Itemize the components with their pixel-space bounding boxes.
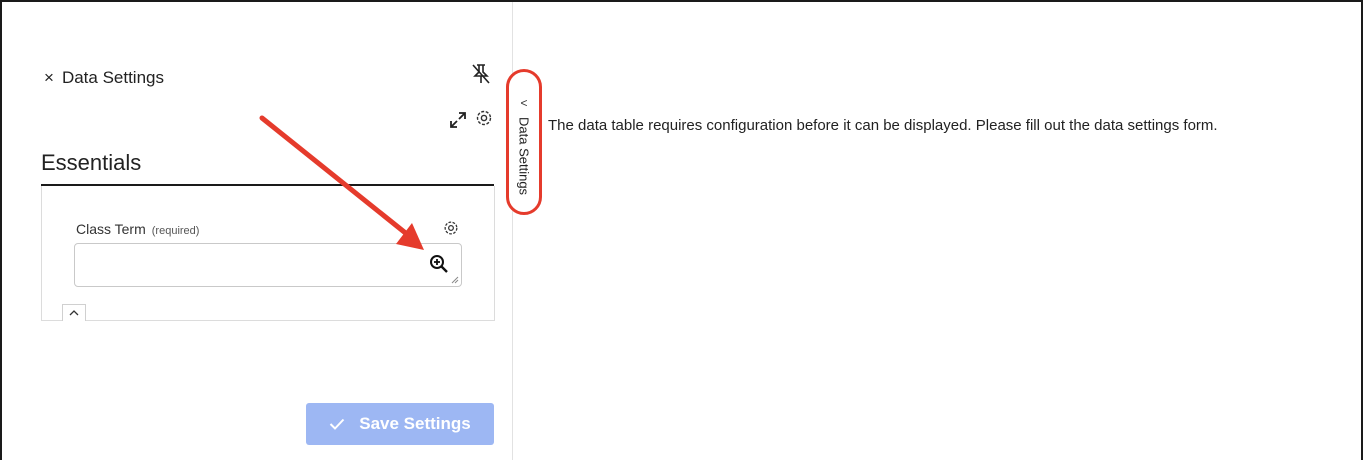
- resize-handle-icon[interactable]: [451, 276, 459, 284]
- chevron-up-icon: [69, 310, 79, 316]
- panel-title: Data Settings: [61, 68, 164, 87]
- essentials-card: Class Term (required): [41, 186, 495, 321]
- save-settings-label: Save Settings: [359, 414, 471, 433]
- data-settings-side-tab[interactable]: < Data Settings: [506, 69, 542, 215]
- expand-icon[interactable]: [448, 110, 468, 130]
- close-icon[interactable]: ×: [44, 68, 54, 88]
- check-icon: [330, 418, 345, 430]
- configuration-message: The data table requires configuration be…: [548, 117, 1218, 134]
- panel-divider: [512, 2, 513, 460]
- collapse-toggle[interactable]: [62, 304, 86, 321]
- section-title: Essentials: [41, 150, 142, 175]
- gear-icon[interactable]: [474, 108, 494, 128]
- save-settings-button[interactable]: Save Settings: [306, 403, 494, 445]
- unpin-icon[interactable]: [470, 62, 492, 86]
- field-label: Class Term (required): [76, 221, 199, 237]
- gear-icon[interactable]: [442, 219, 460, 237]
- class-term-label: Class Term: [76, 221, 146, 237]
- zoom-in-icon[interactable]: [428, 253, 450, 275]
- chevron-left-icon: <: [520, 96, 528, 110]
- side-tab-label: Data Settings: [516, 117, 532, 196]
- class-term-input[interactable]: [74, 243, 462, 287]
- required-note: (required): [151, 225, 200, 237]
- panel-header: × Data Settings: [44, 68, 164, 88]
